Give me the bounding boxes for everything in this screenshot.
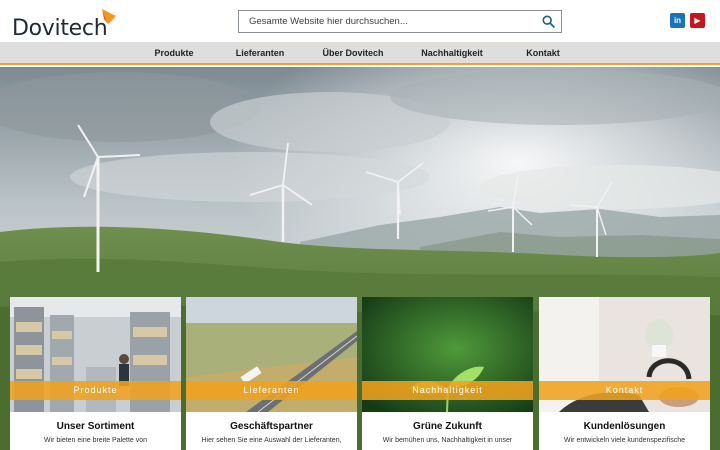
card-title: Unser Sortiment <box>56 421 135 432</box>
card-band-nachhaltigkeit[interactable]: Nachhaltigkeit <box>362 381 533 400</box>
search-box <box>238 10 562 33</box>
nav-item-lieferanten[interactable]: Lieferanten <box>228 42 292 65</box>
main-navigation: Produkte Lieferanten Über Dovitech Nachh… <box>0 42 720 65</box>
card-lieferanten[interactable]: Lieferanten Geschäftspartner Hier sehen … <box>186 297 357 450</box>
nav-item-kontakt[interactable]: Kontakt <box>518 42 568 65</box>
card-title: Geschäftspartner <box>230 421 313 432</box>
card-text: Hier sehen Sie eine Auswahl der Lieferan… <box>201 437 342 444</box>
nav-item-nachhaltigkeit[interactable]: Nachhaltigkeit <box>416 42 488 65</box>
card-text: Wir bemühen uns, Nachhaltigkeit in unser <box>382 437 513 444</box>
card-title: Grüne Zukunft <box>413 421 482 432</box>
site-header: Dovitech in ▶ <box>0 0 720 42</box>
linkedin-icon[interactable]: in <box>670 13 685 28</box>
card-kontakt[interactable]: Kontakt Kundenlösungen Wir entwickeln vi… <box>539 297 710 450</box>
nav-item-produkte[interactable]: Produkte <box>146 42 202 65</box>
card-produkte[interactable]: Produkte Unser Sortiment Wir bieten eine… <box>10 297 181 450</box>
dovitech-logo[interactable]: Dovitech <box>12 7 122 41</box>
search-input[interactable] <box>239 11 529 32</box>
card-nachhaltigkeit[interactable]: Nachhaltigkeit Grüne Zukunft Wir bemühen… <box>362 297 533 450</box>
card-title: Kundenlösungen <box>583 421 666 432</box>
card-text: Wir entwickeln viele kundenspezifische <box>564 437 685 444</box>
card-band-kontakt[interactable]: Kontakt <box>539 381 710 400</box>
youtube-icon[interactable]: ▶ <box>690 13 705 28</box>
search-icon[interactable] <box>542 15 555 28</box>
nav-item-ueber-dovitech[interactable]: Über Dovitech <box>318 42 388 65</box>
card-text: Wir bieten eine breite Palette von <box>43 437 148 444</box>
card-band-lieferanten[interactable]: Lieferanten <box>186 381 357 400</box>
logo-wordmark: Dovitech <box>12 16 108 41</box>
logo-mark-icon <box>102 9 116 24</box>
card-band-produkte[interactable]: Produkte <box>10 381 181 400</box>
